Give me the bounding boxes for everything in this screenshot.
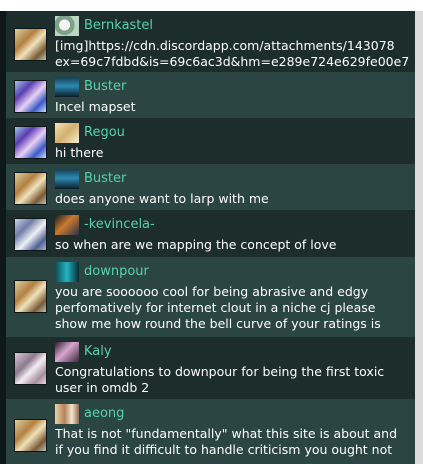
message-line: so when are we mapping the concept of lo…: [55, 237, 337, 252]
message-text: you are soooooo cool for being abrasive …: [55, 284, 415, 332]
chat-message: Regou hi there: [6, 118, 415, 164]
robot-avatar-icon: [55, 169, 79, 189]
user-avatar[interactable]: [14, 80, 47, 113]
teal-avatar-icon: [55, 262, 79, 282]
blonde-avatar-icon: [55, 123, 79, 143]
username[interactable]: -kevincela-: [84, 216, 155, 234]
chat-message: aeong That is not "fundamentally" what t…: [6, 399, 415, 464]
username[interactable]: Buster: [84, 78, 126, 96]
chat-message: Buster does anyone want to larp with me: [6, 164, 415, 210]
message-text: does anyone want to larp with me: [55, 191, 415, 207]
message-line: does anyone want to larp with me: [55, 191, 269, 206]
message-text: Incel mapset: [55, 99, 415, 115]
username[interactable]: Bernkastel: [84, 17, 153, 35]
message-text: That is not "fundamentally" what this si…: [55, 426, 415, 458]
user-avatar[interactable]: [14, 172, 47, 205]
username[interactable]: aeong: [84, 405, 124, 423]
chat-message: Bernkastel [img]https://cdn.discordapp.c…: [6, 11, 415, 72]
message-line: hi there: [55, 145, 104, 160]
flower-avatar-icon: [55, 16, 79, 36]
username[interactable]: downpour: [84, 263, 149, 281]
user-avatar[interactable]: [14, 126, 47, 159]
user-avatar[interactable]: [14, 218, 47, 251]
message-text: [img]https://cdn.discordapp.com/attachme…: [55, 38, 415, 70]
chat-message: Buster Incel mapset: [6, 72, 415, 118]
username[interactable]: Buster: [84, 170, 126, 188]
username[interactable]: Regou: [84, 124, 125, 142]
message-line: perfomatively for internet clout in a ni…: [55, 300, 376, 315]
message-line: Congratulations to downpour for being th…: [55, 364, 385, 379]
message-text: hi there: [55, 145, 415, 161]
chat-message: -kevincela- so when are we mapping the c…: [6, 210, 415, 257]
photo-avatar-icon: [55, 404, 79, 424]
message-line: [img]https://cdn.discordapp.com/attachme…: [55, 38, 395, 53]
robot-avatar-icon: [55, 77, 79, 97]
message-line: user in omdb 2: [55, 380, 150, 395]
dark-hair-avatar-icon: [55, 215, 79, 235]
message-text: Congratulations to downpour for being th…: [55, 364, 415, 396]
message-line: That is not "fundamentally" what this si…: [55, 426, 398, 441]
user-avatar[interactable]: [14, 352, 47, 385]
user-avatar[interactable]: [14, 419, 47, 452]
message-line: show me how round the bell curve of your…: [55, 316, 381, 331]
message-line: you are soooooo cool for being abrasive …: [55, 284, 369, 299]
user-avatar[interactable]: [14, 28, 47, 61]
message-line: if you find it difficult to handle criti…: [55, 442, 393, 457]
chat-message: downpour you are soooooo cool for being …: [6, 257, 415, 337]
chat-panel: Bernkastel [img]https://cdn.discordapp.c…: [0, 0, 423, 464]
message-line: Incel mapset: [55, 99, 136, 114]
pink-avatar-icon: [55, 342, 79, 362]
message-list: Bernkastel [img]https://cdn.discordapp.c…: [6, 11, 415, 464]
chat-message: Kaly Congratulations to downpour for bei…: [6, 337, 415, 399]
message-line: ex=69c7fdbd&is=69c6ac3d&hm=e289e724e629f…: [55, 54, 410, 69]
username[interactable]: Kaly: [84, 343, 112, 361]
scrollbar[interactable]: [415, 11, 423, 464]
message-text: so when are we mapping the concept of lo…: [55, 237, 415, 253]
user-avatar[interactable]: [14, 280, 47, 313]
